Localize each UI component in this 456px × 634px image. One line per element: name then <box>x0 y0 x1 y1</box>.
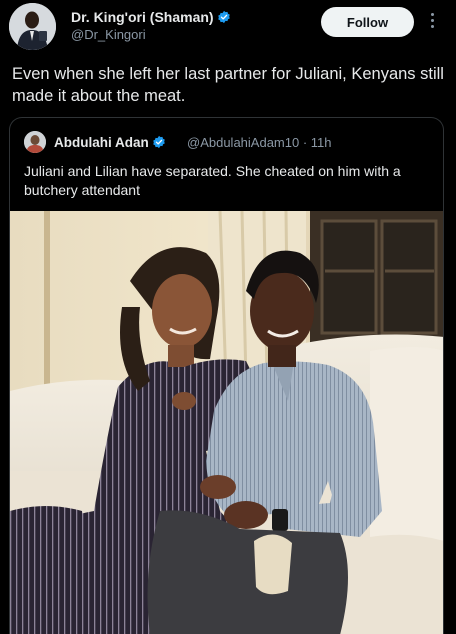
quoted-author-avatar[interactable] <box>24 131 46 153</box>
quoted-meta: @AbdulahiAdam10 · 11h <box>187 135 332 150</box>
author-name[interactable]: Dr. King'ori (Shaman) <box>71 9 214 25</box>
author-avatar[interactable] <box>9 3 56 50</box>
quoted-timestamp[interactable]: 11h <box>311 135 332 150</box>
quoted-tweet[interactable]: Abdulahi Adan @AbdulahiAdam10 · 11h Juli… <box>9 117 444 634</box>
more-options-icon[interactable] <box>427 11 437 33</box>
meta-separator: · <box>302 135 311 150</box>
couple-photo <box>10 211 443 634</box>
verified-badge-icon <box>217 10 230 24</box>
follow-button[interactable]: Follow <box>321 7 414 37</box>
tweet-header: Dr. King'ori (Shaman) @Dr_Kingori Follow <box>0 0 456 56</box>
tweet-text: Even when she left her last partner for … <box>12 65 444 105</box>
quoted-verified-badge-icon <box>152 135 165 149</box>
quoted-author-handle[interactable]: @AbdulahiAdam10 <box>187 135 299 150</box>
author-avatar-image <box>9 3 56 50</box>
quoted-avatar-image <box>24 131 46 153</box>
quoted-tweet-photo[interactable] <box>10 211 443 634</box>
quoted-tweet-text: Juliani and Lilian have separated. She c… <box>24 163 401 198</box>
author-handle[interactable]: @Dr_Kingori <box>71 27 146 42</box>
author-name-row[interactable]: Dr. King'ori (Shaman) <box>71 9 231 25</box>
quoted-author-name[interactable]: Abdulahi Adan <box>54 135 149 150</box>
quoted-author-name-row[interactable]: Abdulahi Adan <box>54 135 166 150</box>
